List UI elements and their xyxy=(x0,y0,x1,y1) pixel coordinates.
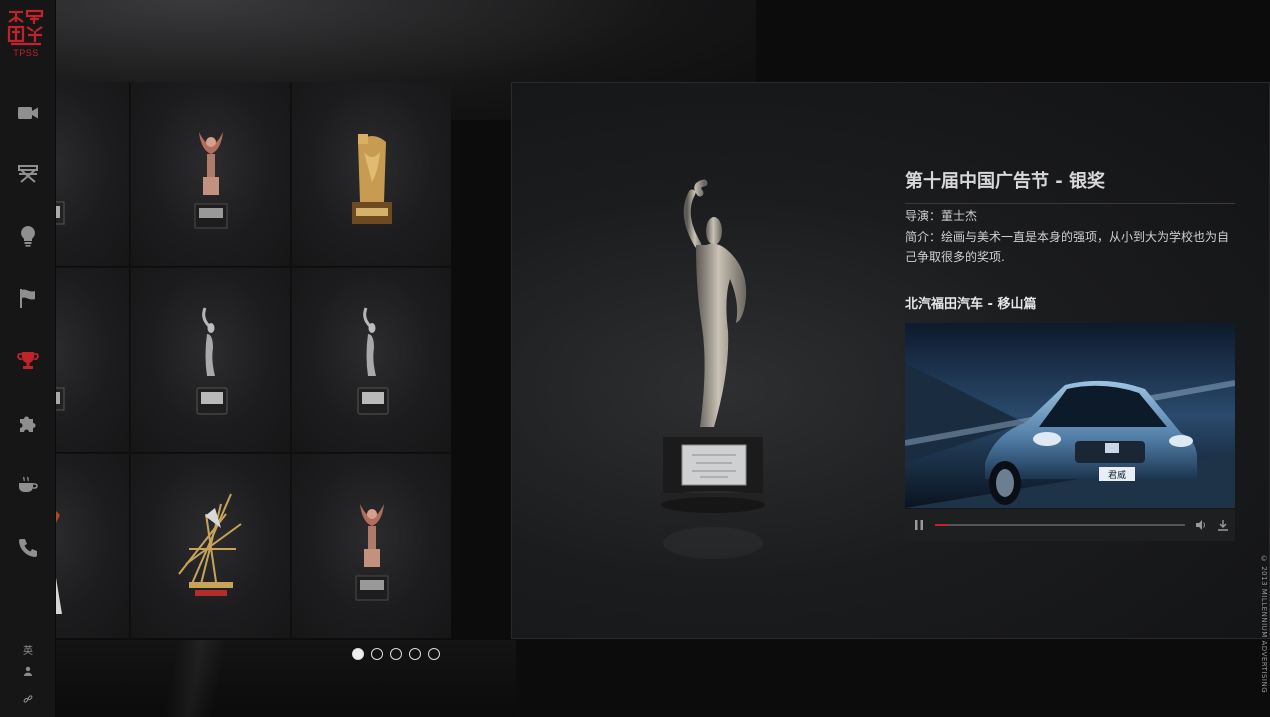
pause-button[interactable] xyxy=(913,518,925,532)
director-chair-icon xyxy=(18,165,38,183)
trophy-thumbnail xyxy=(56,387,65,411)
user-button[interactable] xyxy=(0,666,56,680)
gallery-item[interactable] xyxy=(292,454,451,639)
trophy-thumbnail xyxy=(56,511,62,614)
pause-icon xyxy=(915,520,923,530)
gallery-item[interactable] xyxy=(131,268,291,453)
nav-video[interactable] xyxy=(0,93,56,133)
coffee-cup-icon xyxy=(19,476,38,492)
trophy-gallery xyxy=(56,82,451,639)
award-title: 第十届中国广告节 - 银奖 xyxy=(905,167,1235,204)
video-camera-icon xyxy=(18,107,38,119)
car-video-still: 君威 xyxy=(905,323,1235,508)
download-button[interactable] xyxy=(1217,518,1229,532)
silver-trophy-thumbnail xyxy=(196,307,228,415)
nav-services[interactable] xyxy=(0,403,56,443)
speaker-icon xyxy=(1196,520,1205,530)
gallery-item[interactable] xyxy=(131,82,291,267)
video-controls xyxy=(905,509,1235,541)
phone-icon xyxy=(19,539,37,557)
user-icon xyxy=(23,666,33,676)
download-icon xyxy=(1218,520,1228,531)
nav-ideas[interactable] xyxy=(0,216,56,256)
silver-trophy-thumbnail xyxy=(357,307,389,415)
trophy-thumbnail xyxy=(56,201,65,225)
video-progress-fill xyxy=(935,524,948,526)
nav-director[interactable] xyxy=(0,153,56,193)
nav-contact[interactable] xyxy=(0,528,56,568)
page-dot-5[interactable] xyxy=(428,648,440,660)
link-icon xyxy=(23,695,33,703)
director-text: 导演：董士杰 xyxy=(905,209,978,223)
background-light-streak xyxy=(140,640,250,717)
video-player: 君威 xyxy=(905,323,1235,541)
gold-trophy-thumbnail xyxy=(352,134,392,224)
summary-text: 简介：绘画与美术一直是本身的强项，从小到大为学校也为自己争取很多的奖项. xyxy=(905,230,1230,264)
nav-clients[interactable] xyxy=(0,278,56,318)
gallery-item[interactable] xyxy=(56,454,130,639)
gallery-pagination xyxy=(352,648,440,660)
gallery-item[interactable] xyxy=(56,82,130,267)
gallery-item[interactable] xyxy=(292,268,451,453)
nav-about[interactable] xyxy=(0,465,56,505)
work-title: 北汽福田汽车 - 移山篇 xyxy=(905,297,1037,312)
bronze-trophy-thumbnail xyxy=(355,504,389,601)
page-dot-2[interactable] xyxy=(371,648,383,660)
link-button[interactable] xyxy=(0,694,56,708)
award-trophy-image xyxy=(661,179,765,559)
video-frame[interactable]: 君威 xyxy=(905,323,1235,508)
trophy-icon xyxy=(17,352,39,369)
gold-sculpture-trophy-thumbnail xyxy=(178,493,242,596)
svg-text:TPSS: TPSS xyxy=(13,48,39,58)
page-dot-3[interactable] xyxy=(390,648,402,660)
logo[interactable]: TPSS xyxy=(6,8,46,58)
page-dot-4[interactable] xyxy=(409,648,421,660)
gallery-item[interactable] xyxy=(56,268,130,453)
video-progress-bar[interactable] xyxy=(935,524,1185,526)
page-dot-1[interactable] xyxy=(352,648,364,660)
svg-text:君威: 君威 xyxy=(1108,469,1126,481)
gallery-item[interactable] xyxy=(292,82,451,267)
sidebar: TPSS 英 xyxy=(0,0,56,717)
flag-icon xyxy=(20,289,35,308)
volume-button[interactable] xyxy=(1195,518,1207,532)
lightbulb-icon xyxy=(21,226,35,247)
award-detail-panel: 第十届中国广告节 - 银奖 导演：董士杰 简介：绘画与美术一直是本身的强项，从小… xyxy=(511,82,1270,639)
copyright-text: © 2013 MILLENNIUM ADVERTISING xyxy=(1260,555,1268,694)
logo-seal-icon: TPSS xyxy=(7,9,44,58)
bronze-trophy-thumbnail xyxy=(194,132,228,229)
background-bottom xyxy=(56,640,516,717)
gallery-item[interactable] xyxy=(131,454,291,639)
nav-awards[interactable] xyxy=(0,341,56,381)
puzzle-icon xyxy=(20,416,36,432)
language-toggle[interactable]: 英 xyxy=(0,642,56,657)
